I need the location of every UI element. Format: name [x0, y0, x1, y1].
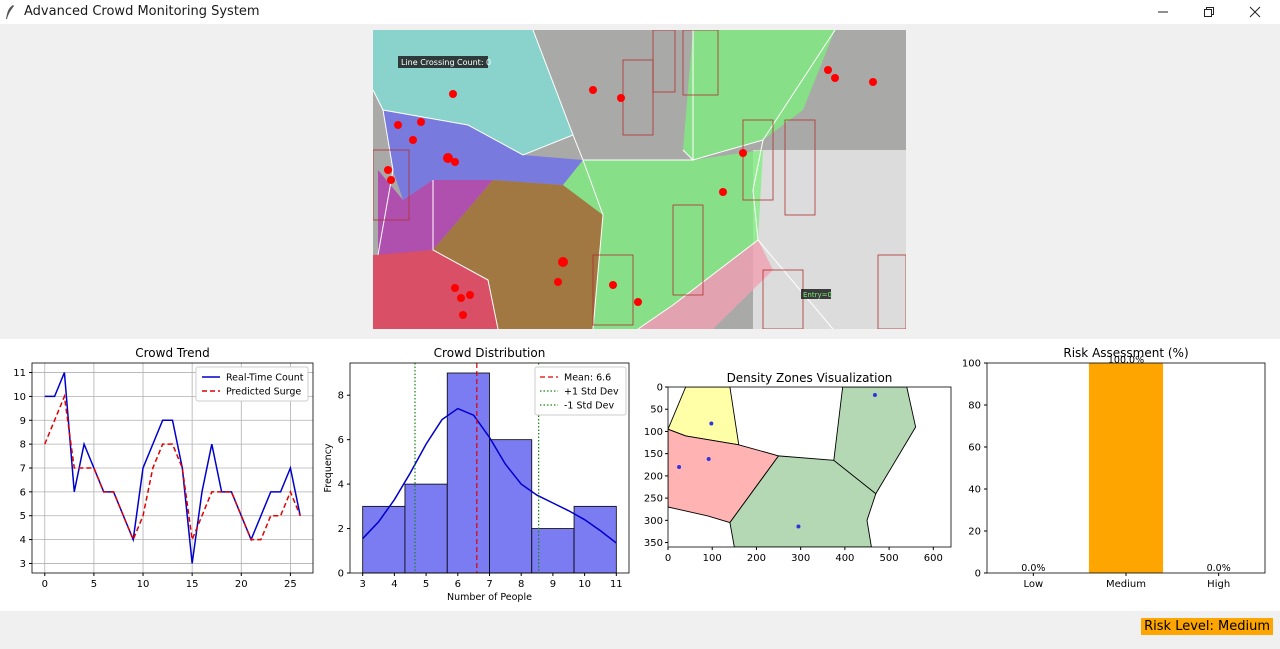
tick-label-x: 100 [703, 553, 722, 564]
zone-centroid-point [706, 457, 711, 461]
tick-label-y: 300 [644, 516, 663, 527]
chart-title: Density Zones Visualization [727, 371, 893, 385]
tick-label-y: 0 [657, 383, 663, 394]
tick-label-x: 4 [391, 579, 397, 590]
tick-label-x: 9 [550, 579, 556, 590]
tick-label-x: 8 [518, 579, 524, 590]
tick-label-x: 20 [235, 579, 248, 590]
tick-label-x: 5 [423, 579, 429, 590]
zone-centroid-point [677, 465, 682, 469]
data-label: 0.0% [1207, 563, 1231, 574]
tick-label-x: 10 [578, 579, 591, 590]
tick-label-x: 10 [137, 579, 150, 590]
tick-label-y: 9 [20, 416, 26, 427]
tick-label-x: 200 [747, 553, 766, 564]
camera-frame: Line Crossing Count: 0 Entry=0 [373, 30, 906, 329]
y-axis-label: Frequency [323, 443, 334, 492]
feather-icon [6, 5, 14, 19]
tick-label-y: 3 [20, 559, 26, 570]
data-label: 100.0% [1108, 355, 1144, 366]
tick-label-y: 6 [338, 435, 344, 446]
chart-title: Crowd Distribution [434, 346, 546, 360]
tick-label-x: 0 [665, 553, 671, 564]
risk-assessment-chart: Risk Assessment (%)0.0%Low100.0%Medium0.… [962, 346, 1266, 590]
histogram-bar [446, 372, 490, 574]
entry-count: Entry=0 [803, 291, 832, 299]
legend-label: Real-Time Count [226, 373, 304, 384]
tick-label-x: 6 [455, 579, 461, 590]
tick-label-y: 4 [338, 480, 344, 491]
legend-label: +1 Std Dev [564, 387, 619, 398]
crowd-distribution-chart: Crowd Distribution 0 2 4 6 8 3 4 5 6 7 8 9 10 11 Number… [323, 346, 630, 603]
tick-label-y: 350 [644, 538, 663, 549]
restore-icon [1204, 7, 1214, 17]
tick-label-x: 5 [91, 579, 97, 590]
minimize-button[interactable] [1140, 0, 1186, 24]
tick-label-y: 8 [20, 440, 26, 451]
tick-label-y: 7 [20, 464, 26, 475]
restore-button[interactable] [1186, 0, 1232, 24]
tick-label-y: 0 [975, 569, 981, 580]
tick-label-y: 40 [968, 485, 981, 496]
zones-group [668, 387, 917, 547]
zone-centroid-point [872, 393, 877, 397]
tick-label-y: 250 [644, 494, 663, 505]
tick-label-y: 10 [13, 392, 26, 403]
tick-label-x: 25 [284, 579, 297, 590]
tick-label-x: Low [1023, 579, 1043, 590]
zone-centroid-point [709, 421, 714, 426]
tick-label-x: 500 [880, 553, 899, 564]
chart-title: Crowd Trend [135, 346, 209, 360]
window-title: Advanced Crowd Monitoring System [24, 4, 260, 19]
tick-label-y: 20 [968, 527, 981, 538]
tick-label-x: 600 [924, 553, 943, 564]
legend-label: -1 Std Dev [564, 401, 614, 412]
tick-label-y: 100 [962, 359, 981, 370]
tick-label-x: High [1207, 579, 1230, 590]
tick-label-y: 80 [968, 401, 981, 412]
density-zones-chart: Density Zones Visualization 0 50 100 150 200 2… [644, 371, 952, 564]
line-crossing-count: Line Crossing Count: 0 [401, 58, 491, 67]
legend-label: Predicted Surge [226, 387, 301, 398]
title-bar: Advanced Crowd Monitoring System [0, 0, 1280, 24]
close-icon [1249, 6, 1261, 18]
legend-label: Mean: 6.6 [564, 373, 611, 384]
tick-label-y: 11 [13, 368, 26, 379]
tick-label-x: 15 [186, 579, 199, 590]
tick-label-y: 200 [644, 471, 663, 482]
data-label: 0.0% [1021, 563, 1045, 574]
tick-label-y: 0 [338, 569, 344, 580]
tick-label-y: 50 [650, 405, 663, 416]
histogram-bar [573, 505, 617, 574]
crowd-trend-chart: Crowd Trend 3 4 5 6 7 8 9 10 11 0 5 10 15 20 25 Real-Tim… [13, 346, 314, 590]
minimize-icon [1158, 11, 1168, 13]
tick-label-y: 60 [968, 443, 981, 454]
tick-label-y: 6 [20, 487, 26, 498]
risk-level-badge: Risk Level: Medium [1141, 618, 1273, 635]
zone-centroid-point [796, 524, 801, 529]
tick-label-y: 5 [20, 511, 26, 522]
tick-label-x: Medium [1106, 579, 1146, 590]
tick-label-y: 100 [644, 427, 663, 438]
tick-label-y: 2 [338, 524, 344, 535]
charts-panel: Crowd Trend 3 4 5 6 7 8 9 10 11 0 5 10 15 20 25 Real-Tim… [0, 339, 1280, 611]
tick-label-x: 0 [42, 579, 48, 590]
histogram-bar [362, 505, 406, 574]
risk-bar-medium [1088, 363, 1164, 573]
close-button[interactable] [1232, 0, 1278, 24]
tick-label-x: 400 [835, 553, 854, 564]
tick-label-x: 7 [486, 579, 492, 590]
tick-label-x: 300 [791, 553, 810, 564]
tick-label-x: 3 [359, 579, 365, 590]
camera-feed: Line Crossing Count: 0 Entry=0 [373, 30, 906, 329]
tick-label-y: 4 [20, 535, 26, 546]
tick-label-y: 150 [644, 449, 663, 460]
tick-label-y: 8 [338, 391, 344, 402]
histogram-bar [489, 439, 533, 574]
histogram-bar [404, 483, 448, 574]
x-axis-label: Number of People [447, 592, 532, 603]
tick-label-x: 11 [610, 579, 623, 590]
